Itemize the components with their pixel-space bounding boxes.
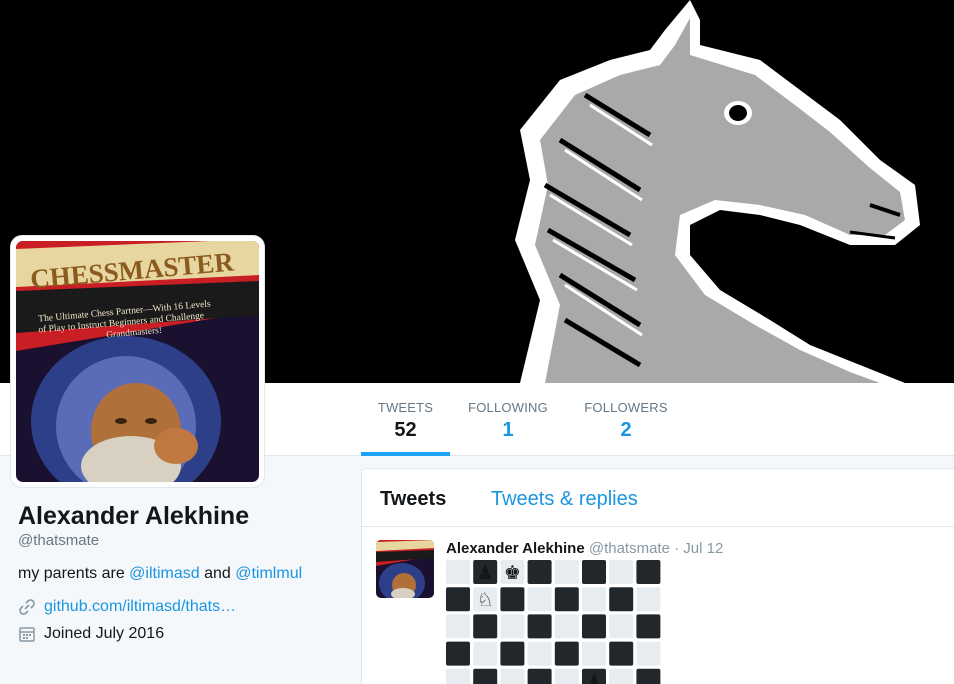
chess-piece-icon: ♚ [504,562,521,584]
nav-tweets[interactable]: TWEETS 52 [361,383,450,456]
timeline: Tweets Tweets & replies Alexander Alekhi… [361,468,954,684]
board-square [446,641,470,666]
timeline-tabs: Tweets Tweets & replies [362,469,954,527]
board-square [636,668,661,684]
board-square [500,641,525,666]
board-square [446,560,470,584]
board-square [446,614,470,639]
tweet-author-handle[interactable]: @thatsmate [589,540,670,557]
profile-handle[interactable]: @thatsmate [18,532,99,549]
nav-followers-label: FOLLOWERS [584,400,668,415]
board-square [609,560,634,584]
website-link[interactable]: github.com/iltimasd/thats… [44,598,236,616]
nav-following-count: 1 [502,419,514,441]
board-square [500,587,525,612]
nav-followers[interactable]: FOLLOWERS 2 [582,383,670,456]
board-square [554,614,579,639]
nav-tweets-label: TWEETS [377,400,434,415]
board-square [554,587,579,612]
tab-tweets[interactable]: Tweets [380,488,446,511]
tweet-author-name[interactable]: Alexander Alekhine [446,540,585,557]
bio-mention-timlmul[interactable]: @timlmul [235,565,302,582]
board-square [527,614,552,639]
calendar-icon [19,627,35,642]
board-square [582,587,606,612]
board-square [473,668,498,684]
tweet-avatar[interactable] [376,540,434,598]
board-square [446,668,470,684]
board-square [609,587,634,612]
profile-name: Alexander Alekhine [18,502,250,530]
nav-following[interactable]: FOLLOWING 1 [466,383,550,456]
board-square [609,614,634,639]
link-icon [19,599,35,615]
tweet-separator: · [674,540,680,557]
board-square [554,668,579,684]
tweet[interactable]: Alexander Alekhine @thatsmate · Jul 12 ♟… [362,528,954,684]
board-square [473,614,498,639]
chess-board: ♟ ♚ ♘ ♟ [446,560,661,684]
tab-tweets-replies[interactable]: Tweets & replies [491,488,638,511]
nav-followers-count: 2 [620,419,632,441]
board-square [500,668,525,684]
joined-date: Joined July 2016 [44,625,165,642]
profile-bio: my parents are @iltimasd and @timlmul [18,565,302,583]
bio-mention-iltimasd[interactable]: @iltimasd [129,565,199,582]
chessmaster-avatar-thumb [376,540,434,598]
bio-and: and [199,565,236,582]
profile-joined: Joined July 2016 [18,625,164,643]
tweet-timestamp[interactable]: Jul 12 [683,540,723,557]
board-square [527,668,552,684]
chess-piece-icon: ♟ [477,562,494,584]
board-square [527,560,552,584]
nav-tweets-count: 52 [394,419,417,441]
board-square [473,641,498,666]
board-square [636,560,661,584]
board-square [636,587,661,612]
profile-avatar[interactable]: CHESSMASTER The Ultimate Chess Partner—W… [11,236,264,487]
board-square [500,614,525,639]
board-square [636,641,661,666]
bio-text: my parents are [18,565,130,582]
board-square [609,641,634,666]
board-square [582,560,606,584]
board-square [527,587,552,612]
board-square [582,641,606,666]
profile-website: github.com/iltimasd/thats… [18,598,236,616]
board-square [609,668,634,684]
chess-piece-icon: ♘ [477,589,494,611]
board-square [554,560,579,584]
board-square [582,614,606,639]
nav-following-label: FOLLOWING [468,400,548,415]
board-square [446,587,470,612]
tweet-header: Alexander Alekhine @thatsmate · Jul 12 [446,540,723,557]
board-square [554,641,579,666]
chess-piece-icon: ♟ [585,671,602,684]
chessmaster-avatar-image: CHESSMASTER The Ultimate Chess Partner—W… [16,241,259,482]
board-square [527,641,552,666]
board-square [636,614,661,639]
